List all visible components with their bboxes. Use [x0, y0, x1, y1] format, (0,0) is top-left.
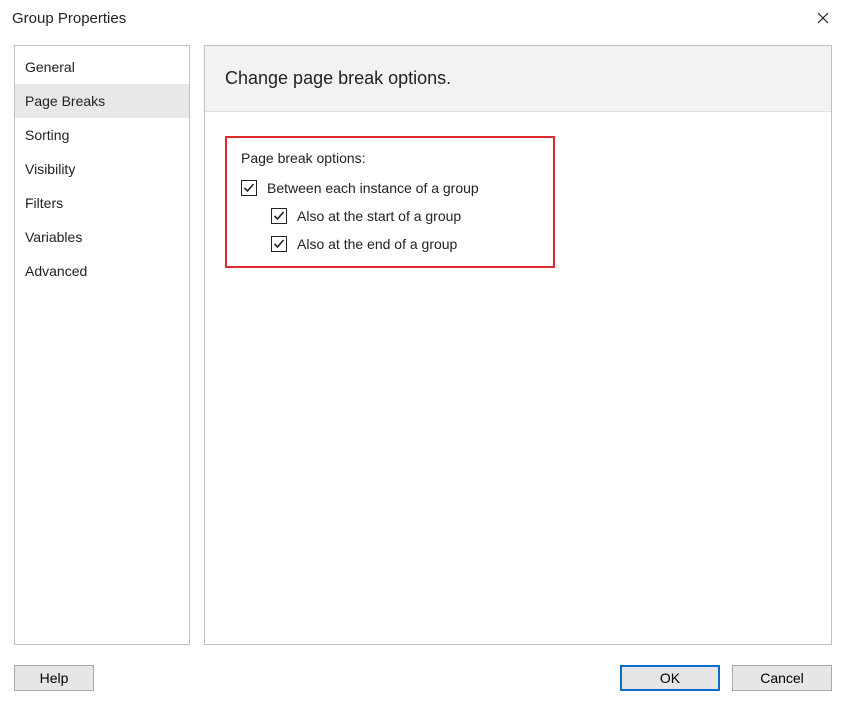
close-icon — [817, 12, 829, 24]
sidebar-item-label: Filters — [25, 195, 63, 211]
checkbox-icon — [271, 236, 287, 252]
sidebar-item-general[interactable]: General — [15, 50, 189, 84]
cancel-button[interactable]: Cancel — [732, 665, 832, 691]
sidebar-item-label: Advanced — [25, 263, 87, 279]
sidebar-item-sorting[interactable]: Sorting — [15, 118, 189, 152]
options-highlight-box: Page break options: Between each instanc… — [225, 136, 555, 268]
checkbox-icon — [271, 208, 287, 224]
close-button[interactable] — [800, 0, 846, 36]
sidebar-item-label: Page Breaks — [25, 93, 105, 109]
sidebar-item-label: Variables — [25, 229, 82, 245]
checkbox-label: Also at the end of a group — [297, 236, 457, 252]
checkbox-label: Also at the start of a group — [297, 208, 461, 224]
sidebar-item-filters[interactable]: Filters — [15, 186, 189, 220]
sidebar-item-visibility[interactable]: Visibility — [15, 152, 189, 186]
sidebar-item-label: General — [25, 59, 75, 75]
sidebar-item-advanced[interactable]: Advanced — [15, 254, 189, 288]
ok-button[interactable]: OK — [620, 665, 720, 691]
checkbox-start-of-group[interactable]: Also at the start of a group — [271, 208, 535, 224]
panel-content: Page break options: Between each instanc… — [205, 112, 831, 292]
help-button[interactable]: Help — [14, 665, 94, 691]
checkbox-icon — [241, 180, 257, 196]
sidebar-item-page-breaks[interactable]: Page Breaks — [15, 84, 189, 118]
dialog-body: General Page Breaks Sorting Visibility F… — [14, 45, 832, 645]
checkbox-end-of-group[interactable]: Also at the end of a group — [271, 236, 535, 252]
sidebar-item-label: Sorting — [25, 127, 69, 143]
checkbox-label: Between each instance of a group — [267, 180, 479, 196]
sidebar-item-label: Visibility — [25, 161, 75, 177]
window-title: Group Properties — [12, 10, 126, 27]
section-label: Page break options: — [241, 150, 535, 166]
checkbox-between-instances[interactable]: Between each instance of a group — [241, 180, 535, 196]
sidebar-item-variables[interactable]: Variables — [15, 220, 189, 254]
sidebar: General Page Breaks Sorting Visibility F… — [14, 45, 190, 645]
main-panel: Change page break options. Page break op… — [204, 45, 832, 645]
button-row: Help OK Cancel — [14, 665, 832, 691]
titlebar: Group Properties — [0, 0, 846, 36]
panel-heading: Change page break options. — [205, 46, 831, 112]
